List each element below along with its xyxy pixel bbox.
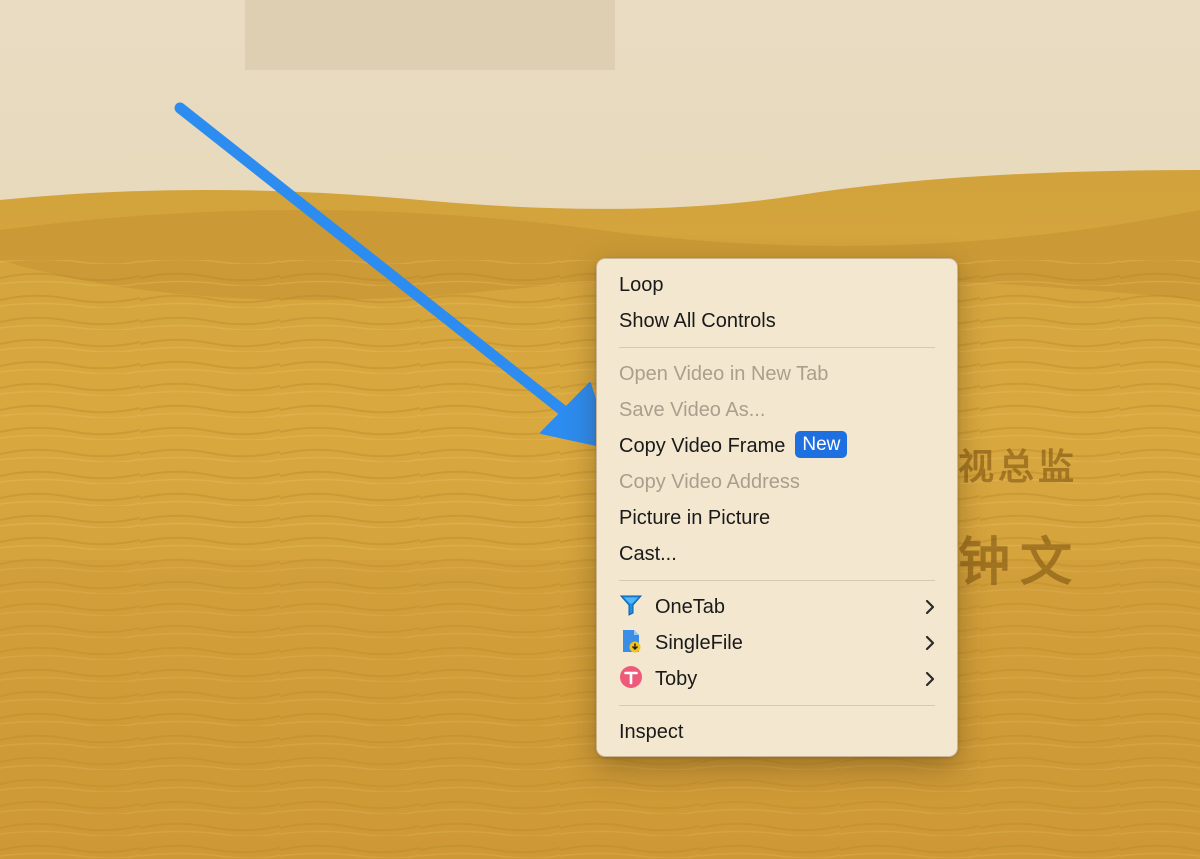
menu-separator bbox=[619, 347, 935, 348]
menu-item-toby[interactable]: Toby bbox=[597, 661, 957, 697]
video-context-menu: Loop Show All Controls Open Video in New… bbox=[596, 258, 958, 757]
toby-circle-icon bbox=[619, 665, 643, 689]
menu-item-loop[interactable]: Loop bbox=[597, 267, 957, 303]
menu-item-save-video-as: Save Video As... bbox=[619, 399, 766, 421]
menu-item-copy-video-address: Copy Video Address bbox=[619, 471, 800, 493]
new-badge: New bbox=[795, 431, 848, 458]
menu-item-show-all-controls[interactable]: Show All Controls bbox=[597, 303, 957, 339]
onetab-funnel-icon bbox=[619, 593, 643, 617]
menu-item-copy-video-frame[interactable]: Copy Video Frame New bbox=[597, 428, 957, 464]
menu-item-label: OneTab bbox=[655, 596, 726, 618]
chevron-right-icon bbox=[925, 589, 935, 625]
menu-item-onetab[interactable]: OneTab bbox=[597, 589, 957, 625]
menu-separator bbox=[619, 705, 935, 706]
menu-item-inspect[interactable]: Inspect bbox=[597, 714, 957, 750]
video-subtitle-line-2: 钟文 bbox=[958, 532, 1083, 593]
menu-item-singlefile[interactable]: SingleFile bbox=[597, 625, 957, 661]
video-subtitle-line-1: 视总监 bbox=[958, 446, 1079, 488]
menu-item-label: Toby bbox=[655, 668, 698, 690]
singlefile-document-icon bbox=[619, 629, 643, 653]
menu-item-open-video-new-tab: Open Video in New Tab bbox=[619, 363, 829, 385]
chevron-right-icon bbox=[925, 661, 935, 697]
chevron-right-icon bbox=[925, 625, 935, 661]
menu-item-label: SingleFile bbox=[655, 632, 743, 654]
menu-item-label: Copy Video Frame bbox=[619, 435, 786, 457]
menu-item-picture-in-picture[interactable]: Picture in Picture bbox=[597, 500, 957, 536]
menu-separator bbox=[619, 580, 935, 581]
menu-item-cast[interactable]: Cast... bbox=[597, 536, 957, 572]
